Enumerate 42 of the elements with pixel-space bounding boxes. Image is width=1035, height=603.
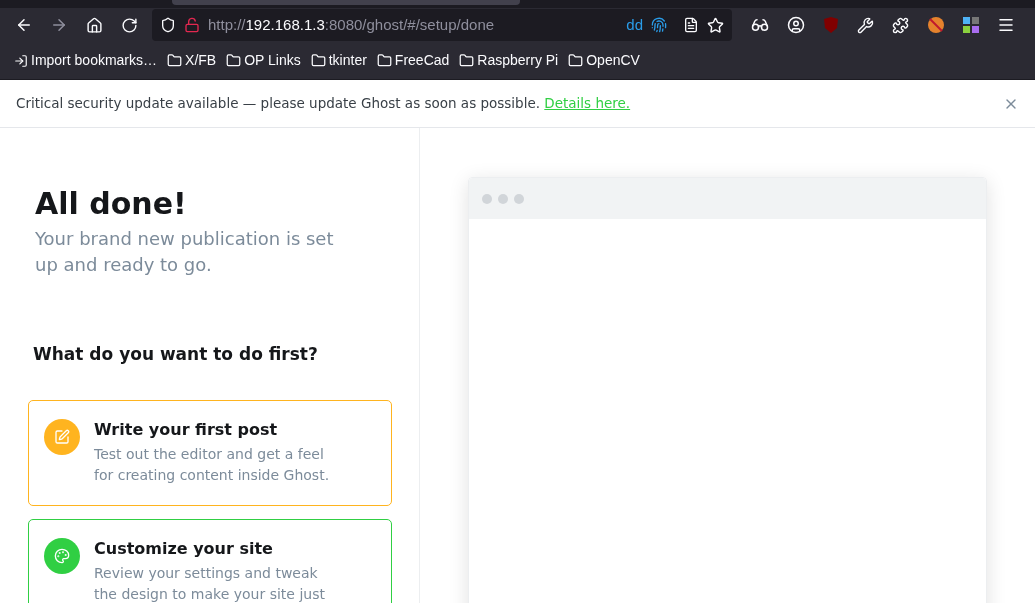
option-title: Write your first post — [94, 418, 279, 441]
fingerprint-icon[interactable] — [651, 17, 667, 33]
forward-icon — [50, 16, 68, 34]
page-subtitle: Your brand new publication is set up and ready to go. — [35, 227, 335, 277]
shield-icon — [160, 17, 176, 33]
folder-icon — [310, 53, 326, 68]
reload-icon — [120, 16, 138, 34]
address-bar[interactable]: http://192.168.1.3:8080/ghost/#/setup/done dd — [152, 9, 732, 41]
page-icon[interactable] — [683, 17, 699, 33]
extensions-icon[interactable] — [892, 16, 909, 34]
folder-icon — [226, 53, 242, 68]
folder-icon — [459, 53, 475, 68]
option-description: Test out the editor and get a feel for creating content inside Ghost. — [94, 444, 331, 485]
bookmark-item[interactable]: OpenCV — [566, 50, 642, 71]
section-heading: What do you want to do first? — [33, 343, 319, 366]
import-icon — [14, 53, 28, 68]
option-title: Customize your site — [94, 537, 274, 560]
bookmark-item[interactable]: FreeCad — [374, 50, 452, 71]
grid-extension-icon[interactable] — [963, 17, 979, 33]
bookmark-item[interactable]: tkinter — [308, 50, 369, 71]
bookmark-item[interactable]: Import bookmarks… — [12, 50, 160, 71]
bookmark-item[interactable]: OP Links — [224, 50, 303, 71]
extension-label[interactable]: dd — [626, 13, 643, 37]
account-icon[interactable] — [787, 16, 805, 34]
blocked-extension-icon[interactable] — [927, 16, 945, 34]
back-icon — [15, 16, 33, 34]
menu-icon[interactable] — [997, 16, 1015, 34]
lock-icon — [184, 17, 200, 33]
wrench-icon[interactable] — [857, 16, 874, 34]
bookmark-item[interactable]: Raspberry Pi — [457, 50, 561, 71]
option-description: Review your settings and tweak the design to make your site just — [94, 563, 326, 603]
home-icon — [85, 16, 103, 34]
update-message: Critical security update available — please update Ghost as soon as possible. Details here. — [16, 94, 631, 114]
bookmark-item[interactable]: X/FB — [165, 50, 219, 71]
option-card[interactable]: Customize your site Review your settings and tweak the design to make your site just — [28, 518, 392, 603]
folder-icon — [568, 53, 584, 68]
page-title: All done! — [35, 186, 188, 222]
folder-icon — [376, 53, 392, 68]
star-icon[interactable] — [707, 16, 724, 34]
option-card[interactable]: Write your first post Test out the editor and get a feel for creating content inside Ghost. — [28, 399, 392, 506]
folder-icon — [167, 53, 183, 68]
url-text: http://192.168.1.3:8080/ghost/#/setup/done — [208, 14, 495, 35]
